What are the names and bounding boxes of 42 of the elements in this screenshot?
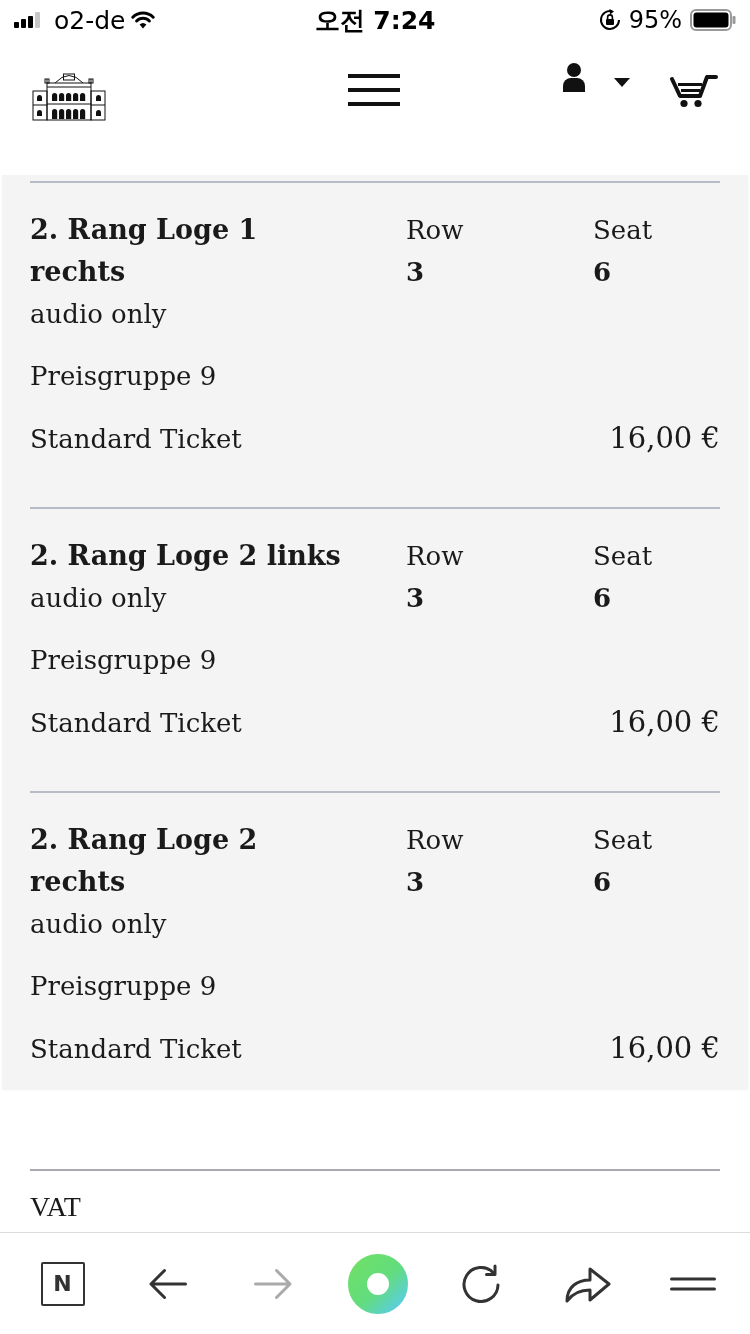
ticket-note: audio only (30, 582, 168, 615)
seat-area-title: 2. Rang Loge 2 links (30, 539, 342, 573)
ticket-price: 16,00 € (609, 420, 720, 457)
tabs-button[interactable]: N (40, 1261, 85, 1306)
price-group: Preisgruppe 9 (30, 645, 217, 675)
vat-label: VAT (30, 1191, 81, 1222)
row-number: 3 (406, 582, 426, 615)
ticket-note: audio only (30, 908, 168, 941)
battery-percentage: 95% (628, 6, 682, 34)
menu-icon[interactable] (669, 1276, 716, 1291)
ticket-type: Standard Ticket (30, 423, 242, 456)
rotation-lock-icon (598, 9, 621, 31)
caret-icon[interactable] (614, 78, 630, 87)
seat-number: 6 (593, 256, 613, 289)
row-number: 3 (406, 866, 426, 899)
price-group: Preisgruppe 9 (30, 971, 217, 1001)
cart-icon[interactable] (670, 72, 718, 108)
clock-time: 오전 7:24 (314, 4, 436, 37)
ticket-price: 16,00 € (609, 1030, 720, 1067)
row-number: 3 (406, 256, 426, 289)
battery-icon (690, 9, 736, 31)
menu-icon[interactable] (348, 73, 400, 107)
user-icon[interactable] (563, 63, 585, 92)
row-label: Row (406, 214, 465, 247)
wifi-icon (131, 11, 156, 29)
carrier-name: o2-de (54, 5, 126, 35)
signal-icon (14, 12, 40, 28)
seat-number: 6 (593, 866, 613, 899)
ticket-note: audio only (30, 298, 168, 331)
row-label: Row (406, 540, 465, 573)
ticket-price: 16,00 € (609, 704, 720, 741)
seat-area-title: 2. Rang Loge 2 rechts (30, 823, 259, 899)
ticket-type: Standard Ticket (30, 1033, 242, 1066)
ticket-type: Standard Ticket (30, 707, 242, 740)
seat-label: Seat (593, 214, 654, 247)
row-label: Row (406, 824, 465, 857)
seat-label: Seat (593, 540, 654, 573)
seat-area-title: 2. Rang Loge 1 rechts (30, 213, 259, 289)
back-arrow-icon[interactable] (148, 1267, 187, 1300)
seat-number: 6 (593, 582, 613, 615)
seat-label: Seat (593, 824, 654, 857)
price-group: Preisgruppe 9 (30, 361, 217, 391)
